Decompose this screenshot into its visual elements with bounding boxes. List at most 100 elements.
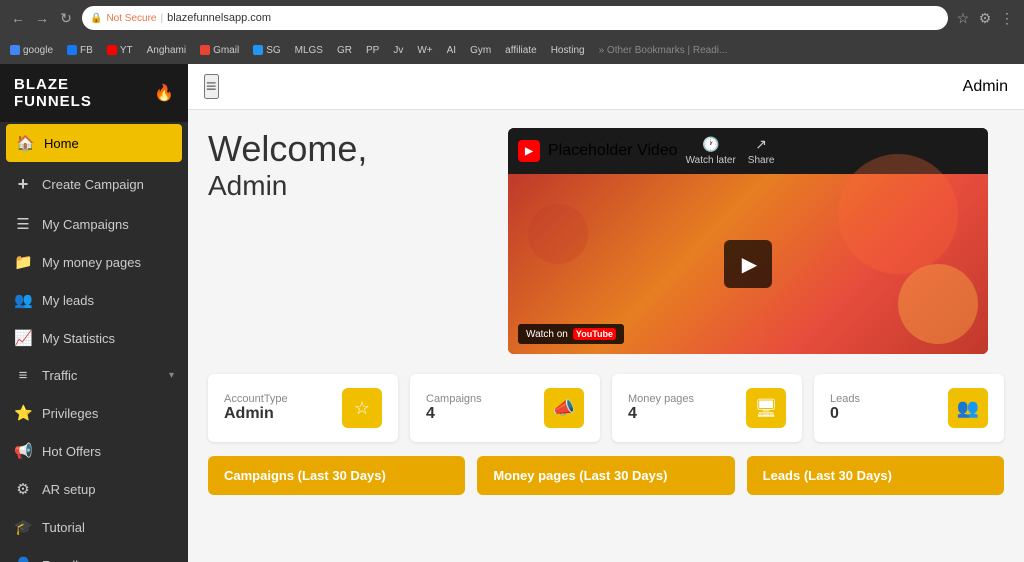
money-pages-icon: 📁 [14,253,32,271]
stat-label: Money pages [628,393,694,405]
stat-value: Admin [224,405,288,423]
sidebar-item-my-statistics[interactable]: 📈 My Statistics [0,319,188,357]
sidebar-item-traffic[interactable]: ≡ Traffic ▾ [0,357,188,394]
sidebar-item-create-campaign[interactable]: + Create Campaign [0,164,188,205]
sidebar-item-tutorial[interactable]: 🎓 Tutorial [0,508,188,546]
sidebar-item-label: Hot Offers [42,444,174,459]
activity-card-leads[interactable]: Leads (Last 30 Days) [747,456,1004,495]
stat-value: 0 [830,405,860,423]
sidebar-item-label: My money pages [42,255,174,270]
sidebar-item-label: My leads [42,293,174,308]
sidebar-item-hot-offers[interactable]: 📢 Hot Offers [0,432,188,470]
bookmark-yt[interactable]: YT [103,43,137,58]
watch-on-label: Watch on [526,329,568,340]
bookmark-fb[interactable]: FB [63,43,97,58]
logo-fire-icon: 🔥 [154,83,174,103]
back-button[interactable]: ← [8,8,28,28]
welcome-text: Welcome, Admin [208,128,488,202]
video-container: ▶ Placeholder Video 🕐 Watch later ↗ Shar… [508,128,988,354]
sidebar-item-label: My Campaigns [42,217,174,232]
activity-card-money-pages[interactable]: Money pages (Last 30 Days) [477,456,734,495]
bookmark-icon[interactable]: ☆ [954,10,972,27]
sidebar-item-reseller[interactable]: 👤 Reseller [0,546,188,562]
security-label: Not Secure [106,13,156,24]
reload-button[interactable]: ↻ [56,8,76,28]
extensions-icon[interactable]: ⚙ [976,10,994,27]
main-content: ≡ Admin Welcome, Admin ▶ Placeholder Vid… [188,64,1024,562]
bookmark-ai[interactable]: AI [443,43,460,58]
bookmark-gym[interactable]: Gym [466,43,495,58]
stat-label: Campaigns [426,393,482,405]
address-bar[interactable]: 🔒 Not Secure | blazefunnelsapp.com [82,6,948,30]
star-icon: ☆ [354,398,370,419]
bookmark-affiliate[interactable]: affiliate [501,43,541,58]
bookmark-google[interactable]: google [6,43,57,58]
stat-info: Money pages 4 [628,393,694,423]
browser-actions: ☆ ⚙ ⋮ [954,10,1016,27]
activity-card-campaigns[interactable]: Campaigns (Last 30 Days) [208,456,465,495]
top-bar: ≡ Admin [188,64,1024,110]
bookmarks-bar: google FB YT Anghami Gmail SG MLGS GR PP… [0,36,1024,64]
bookmark-mlgs[interactable]: MLGS [291,43,327,58]
gmail-icon [200,45,210,55]
sidebar-item-my-money-pages[interactable]: 📁 My money pages [0,243,188,281]
menu-icon[interactable]: ⋮ [998,10,1016,27]
stat-icon-box: 👥 [948,388,988,428]
sg-icon [253,45,263,55]
bookmark-gmail[interactable]: Gmail [196,43,243,58]
bookmark-w[interactable]: W+ [413,43,436,58]
yt-logo-small-icon: YouTube [573,328,616,340]
nav-buttons: ← → ↻ [8,8,76,28]
share-button[interactable]: ↗ Share [748,136,775,166]
stat-card-campaigns: Campaigns 4 📣 [410,374,600,442]
bookmark-sg[interactable]: SG [249,43,284,58]
sidebar-nav: 🏠 Home + Create Campaign ☰ My Campaigns … [0,122,188,562]
welcome-username: Admin [208,170,488,202]
watch-later-button[interactable]: 🕐 Watch later [686,136,736,166]
stat-value: 4 [426,405,482,423]
activity-row: Campaigns (Last 30 Days) Money pages (La… [208,456,1004,495]
content-area: Welcome, Admin ▶ Placeholder Video 🕐 Wat… [188,110,1024,562]
sidebar-item-privileges[interactable]: ⭐ Privileges [0,394,188,432]
ar-setup-icon: ⚙ [14,480,32,498]
campaigns-icon: ☰ [14,215,32,233]
sidebar-item-home[interactable]: 🏠 Home [6,124,182,162]
hamburger-button[interactable]: ≡ [204,74,219,99]
stat-info: AccountType Admin [224,393,288,423]
star-icon: ⭐ [14,404,32,422]
stat-card-money-pages: Money pages 4 🖥 [612,374,802,442]
stat-icon-box: 🖥 [746,388,786,428]
watch-on-youtube-button[interactable]: Watch on YouTube [518,324,624,344]
sidebar-item-ar-setup[interactable]: ⚙ AR setup [0,470,188,508]
video-thumbnail[interactable]: ▶ Watch on YouTube [508,174,988,354]
stat-label: AccountType [224,393,288,405]
welcome-video-row: Welcome, Admin ▶ Placeholder Video 🕐 Wat… [208,128,1004,354]
sidebar-item-my-leads[interactable]: 👥 My leads [0,281,188,319]
plus-icon: + [14,174,32,195]
chevron-down-icon: ▾ [169,370,174,381]
app-container: BLAZE FUNNELS 🔥 🏠 Home + Create Campaign… [0,64,1024,562]
bookmark-anghami[interactable]: Anghami [143,43,190,58]
stat-card-account-type: AccountType Admin ☆ [208,374,398,442]
sidebar-item-label: Traffic [42,368,159,383]
more-bookmarks[interactable]: » Other Bookmarks | Readi... [599,45,728,56]
tutorial-icon: 🎓 [14,518,32,536]
bookmark-jv[interactable]: Jv [389,43,407,58]
watch-later-label: Watch later [686,155,736,166]
welcome-greeting: Welcome, [208,128,488,170]
monitor-icon: 🖥 [755,398,778,419]
stat-icon-box: 📣 [544,388,584,428]
home-icon: 🏠 [16,134,34,152]
sidebar-item-label: Privileges [42,406,174,421]
sidebar-logo: BLAZE FUNNELS 🔥 [0,64,188,122]
people-icon: 👥 [957,398,979,419]
youtube-logo: ▶ [518,140,540,162]
bookmark-gr[interactable]: GR [333,43,356,58]
forward-button[interactable]: → [32,8,52,28]
bookmark-pp[interactable]: PP [362,43,383,58]
sidebar-item-my-campaigns[interactable]: ☰ My Campaigns [0,205,188,243]
sidebar-item-label: My Statistics [42,331,174,346]
play-button[interactable]: ▶ [724,240,772,288]
bookmark-hosting[interactable]: Hosting [547,43,589,58]
sidebar-item-label: Reseller [42,558,174,562]
